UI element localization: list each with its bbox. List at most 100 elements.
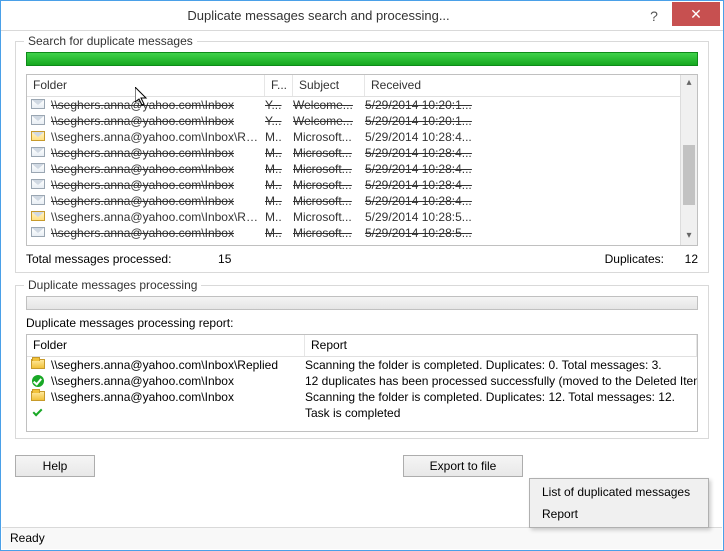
- row-subject: Welcome...: [293, 113, 365, 129]
- table-row[interactable]: \\seghers.anna@yahoo.com\InboxM..Microso…: [27, 193, 697, 209]
- duplicates-list-header: Folder F... Subject Received: [27, 75, 697, 97]
- envelope-icon: [31, 195, 47, 207]
- col-subject[interactable]: Subject: [293, 75, 365, 96]
- report-row-folder: \\seghers.anna@yahoo.com\Inbox: [51, 373, 305, 389]
- export-menu-duplicated-list[interactable]: List of duplicated messages: [532, 481, 706, 503]
- status-text: Ready: [10, 531, 45, 545]
- envelope-icon: [31, 115, 47, 127]
- export-button[interactable]: Export to file: [403, 455, 523, 477]
- report-list-header: Folder Report: [27, 335, 697, 357]
- table-row[interactable]: \\seghers.anna@yahoo.com\InboxM..Microso…: [27, 161, 697, 177]
- report-row[interactable]: \\seghers.anna@yahoo.com\Inbox\RepliedSc…: [27, 357, 697, 373]
- row-from: M..: [265, 161, 293, 177]
- report-list[interactable]: Folder Report \\seghers.anna@yahoo.com\I…: [26, 334, 698, 432]
- row-from: M..: [265, 193, 293, 209]
- row-folder: \\seghers.anna@yahoo.com\Inbox: [51, 97, 265, 113]
- processing-group-label: Duplicate messages processing: [24, 278, 201, 292]
- row-received: 5/29/2014 10:20:1...: [365, 113, 681, 129]
- report-col-folder[interactable]: Folder: [27, 335, 305, 356]
- row-received: 5/29/2014 10:28:4...: [365, 129, 681, 145]
- row-subject: Welcome...: [293, 97, 365, 113]
- report-row[interactable]: \\seghers.anna@yahoo.com\InboxScanning t…: [27, 389, 697, 405]
- folder-icon: [31, 359, 47, 371]
- col-received[interactable]: Received: [365, 75, 681, 96]
- col-folder[interactable]: Folder: [27, 75, 265, 96]
- row-folder: \\seghers.anna@yahoo.com\Inbox: [51, 193, 265, 209]
- row-received: 5/29/2014 10:28:4...: [365, 161, 681, 177]
- help-icon[interactable]: ?: [636, 4, 672, 28]
- row-from: M..: [265, 225, 293, 241]
- title-bar: Duplicate messages search and processing…: [1, 1, 723, 31]
- table-row[interactable]: \\seghers.anna@yahoo.com\InboxM..Microso…: [27, 225, 697, 241]
- report-row[interactable]: Task is completed: [27, 405, 697, 421]
- export-menu[interactable]: List of duplicated messages Report: [529, 478, 709, 528]
- processing-progress-bar: [26, 296, 698, 310]
- scroll-up-icon[interactable]: ▴: [681, 75, 697, 92]
- report-row-text: Scanning the folder is completed. Duplic…: [305, 389, 697, 405]
- table-row[interactable]: \\seghers.anna@yahoo.com\InboxM..Microso…: [27, 145, 697, 161]
- search-group: Search for duplicate messages Folder F..…: [15, 41, 709, 273]
- row-subject: Microsoft...: [293, 161, 365, 177]
- report-row[interactable]: \\seghers.anna@yahoo.com\Inbox12 duplica…: [27, 373, 697, 389]
- export-menu-report[interactable]: Report: [532, 503, 706, 525]
- stats-row: Total messages processed: 15 Duplicates:…: [26, 252, 698, 266]
- check-icon: [31, 407, 47, 419]
- envelope-icon: [31, 147, 47, 159]
- report-row-folder: \\seghers.anna@yahoo.com\Inbox\Replied: [51, 357, 305, 373]
- processed-value: 15: [171, 252, 231, 266]
- success-icon: [31, 375, 47, 387]
- row-received: 5/29/2014 10:28:5...: [365, 209, 681, 225]
- report-row-text: Scanning the folder is completed. Duplic…: [305, 357, 697, 373]
- scroll-down-icon[interactable]: ▾: [681, 228, 697, 245]
- processed-label: Total messages processed:: [26, 252, 171, 266]
- table-row[interactable]: \\seghers.anna@yahoo.com\Inbox\RepliedM.…: [27, 129, 697, 145]
- col-from[interactable]: F...: [265, 75, 293, 96]
- row-received: 5/29/2014 10:28:4...: [365, 145, 681, 161]
- row-subject: Microsoft...: [293, 129, 365, 145]
- status-bar: Ready: [2, 527, 722, 549]
- envelope-icon: [31, 179, 47, 191]
- envelope-icon: [31, 131, 47, 143]
- row-received: 5/29/2014 10:28:5...: [365, 225, 681, 241]
- scroll-thumb[interactable]: [683, 145, 695, 205]
- row-from: Y...: [265, 113, 293, 129]
- row-subject: Microsoft...: [293, 193, 365, 209]
- report-row-folder: [51, 405, 305, 421]
- row-from: Y...: [265, 97, 293, 113]
- search-group-label: Search for duplicate messages: [24, 34, 197, 48]
- report-label: Duplicate messages processing report:: [26, 316, 698, 330]
- processing-group: Duplicate messages processing Duplicate …: [15, 285, 709, 439]
- folder-icon: [31, 391, 47, 403]
- close-button[interactable]: ✕: [672, 2, 720, 26]
- row-received: 5/29/2014 10:20:1...: [365, 97, 681, 113]
- duplicates-label: Duplicates:: [605, 252, 664, 266]
- row-received: 5/29/2014 10:28:4...: [365, 193, 681, 209]
- row-subject: Microsoft...: [293, 209, 365, 225]
- duplicates-scrollbar[interactable]: ▴ ▾: [680, 75, 697, 245]
- row-folder: \\seghers.anna@yahoo.com\Inbox: [51, 113, 265, 129]
- row-subject: Microsoft...: [293, 225, 365, 241]
- duplicates-list[interactable]: Folder F... Subject Received \\seghers.a…: [26, 74, 698, 246]
- row-from: M..: [265, 129, 293, 145]
- table-row[interactable]: \\seghers.anna@yahoo.com\InboxY...Welcom…: [27, 97, 697, 113]
- row-folder: \\seghers.anna@yahoo.com\Inbox: [51, 177, 265, 193]
- envelope-icon: [31, 211, 47, 223]
- table-row[interactable]: \\seghers.anna@yahoo.com\Inbox\RepliedM.…: [27, 209, 697, 225]
- envelope-icon: [31, 99, 47, 111]
- search-progress-bar: [26, 52, 698, 66]
- report-col-report[interactable]: Report: [305, 335, 697, 356]
- row-subject: Microsoft...: [293, 177, 365, 193]
- duplicates-value: 12: [664, 252, 698, 266]
- report-row-folder: \\seghers.anna@yahoo.com\Inbox: [51, 389, 305, 405]
- row-from: M..: [265, 209, 293, 225]
- report-row-text: 12 duplicates has been processed success…: [305, 373, 697, 389]
- table-row[interactable]: \\seghers.anna@yahoo.com\InboxY...Welcom…: [27, 113, 697, 129]
- table-row[interactable]: \\seghers.anna@yahoo.com\InboxM..Microso…: [27, 177, 697, 193]
- row-subject: Microsoft...: [293, 145, 365, 161]
- row-folder: \\seghers.anna@yahoo.com\Inbox: [51, 145, 265, 161]
- row-folder: \\seghers.anna@yahoo.com\Inbox\Replied: [51, 209, 265, 225]
- help-button[interactable]: Help: [15, 455, 95, 477]
- window-title: Duplicate messages search and processing…: [1, 8, 636, 23]
- envelope-icon: [31, 227, 47, 239]
- row-from: M..: [265, 177, 293, 193]
